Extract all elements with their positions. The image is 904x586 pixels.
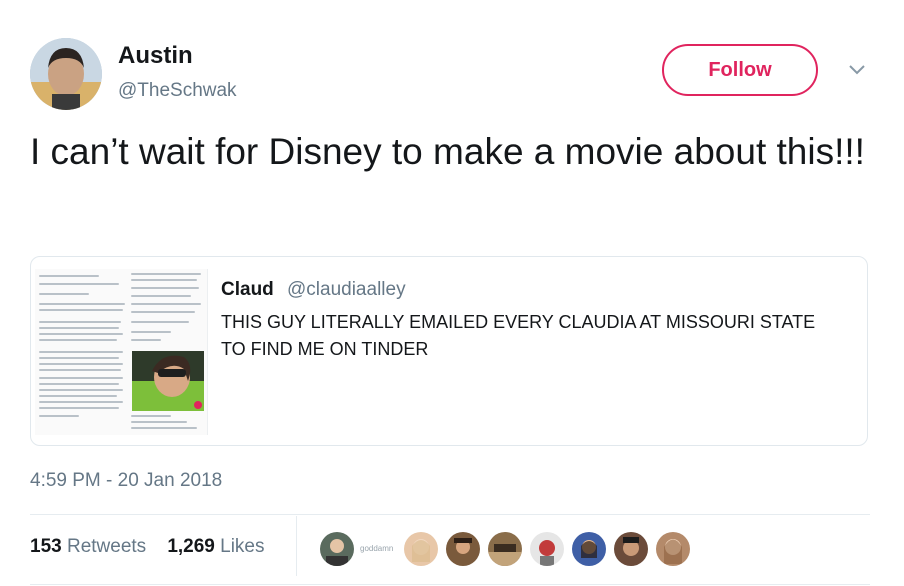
retweets-count: 153: [30, 536, 62, 557]
author-handle[interactable]: @TheSchwak: [118, 80, 237, 102]
author-avatar[interactable]: [30, 38, 102, 110]
liker-caption: goddamn: [360, 544, 394, 553]
quoted-author-name[interactable]: Claud: [221, 279, 274, 301]
quoted-tweet-card[interactable]: Claud @claudiaalley THIS GUY LITERALLY E…: [30, 256, 868, 446]
likes-label: Likes: [220, 536, 265, 557]
liker-avatar[interactable]: [402, 530, 440, 568]
tweet-stats: 153 Retweets 1,269 Likes: [30, 536, 265, 558]
retweets-label: Retweets: [66, 536, 147, 557]
chevron-down-icon[interactable]: [846, 62, 868, 78]
author-name[interactable]: Austin: [118, 42, 193, 70]
quoted-tweet-photo: [132, 351, 204, 411]
liker-avatar[interactable]: [486, 530, 524, 568]
liker-avatar[interactable]: [528, 530, 566, 568]
retweets-stat[interactable]: 153 Retweets: [30, 536, 146, 557]
follow-button[interactable]: Follow: [662, 44, 818, 96]
stats-separator: [296, 516, 297, 576]
liker-avatar[interactable]: [570, 530, 608, 568]
tweet-timestamp[interactable]: 4:59 PM - 20 Jan 2018: [30, 470, 222, 492]
divider: [30, 584, 870, 585]
liker-avatar[interactable]: [444, 530, 482, 568]
liker-avatar[interactable]: [612, 530, 650, 568]
divider: [30, 514, 870, 515]
quoted-author-handle[interactable]: @claudiaalley: [287, 279, 406, 301]
quoted-tweet-media[interactable]: [35, 269, 208, 435]
likes-stat[interactable]: 1,269 Likes: [167, 536, 264, 557]
liker-avatar[interactable]: [654, 530, 692, 568]
likes-count: 1,269: [167, 536, 215, 557]
quoted-tweet-text: THIS GUY LITERALLY EMAILED EVERY CLAUDIA…: [221, 312, 816, 359]
avatar-image: [30, 38, 102, 110]
liker-avatar[interactable]: [318, 530, 356, 568]
tweet-text: I can’t wait for Disney to make a movie …: [30, 131, 865, 172]
